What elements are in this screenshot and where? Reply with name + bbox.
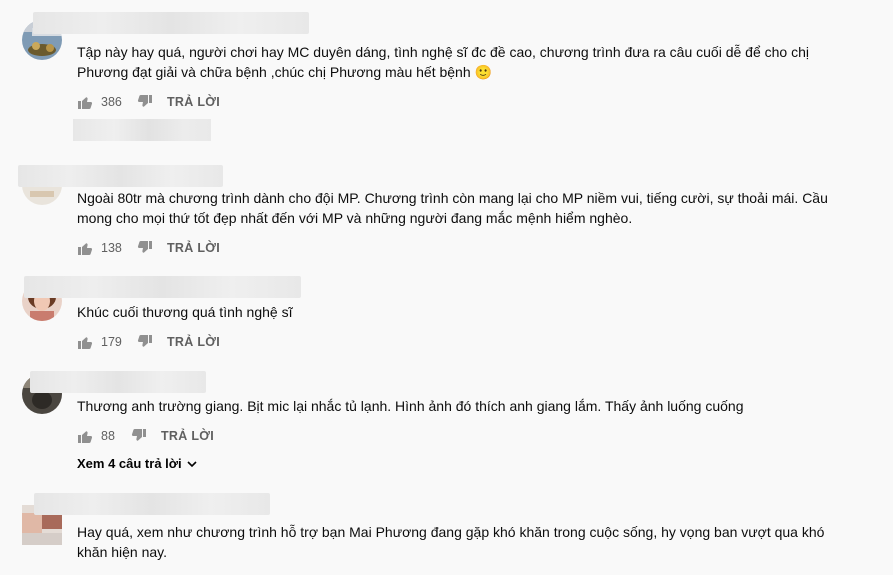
like-count: 138 bbox=[101, 241, 122, 255]
comment-text: Thương anh trường giang. Bịt mic lại nhắ… bbox=[77, 398, 744, 414]
thumbs-down-icon[interactable] bbox=[137, 334, 153, 350]
thumbs-down-icon[interactable] bbox=[137, 94, 153, 110]
author-name-redacted[interactable] bbox=[30, 371, 206, 393]
author-name-redacted[interactable] bbox=[33, 12, 309, 34]
like-count: 179 bbox=[101, 335, 122, 349]
reply-button[interactable]: TRẢ LỜI bbox=[161, 429, 214, 443]
thumbs-down-icon[interactable] bbox=[137, 240, 153, 256]
author-name-redacted[interactable] bbox=[18, 165, 223, 187]
thumbs-up-icon[interactable] bbox=[77, 240, 93, 256]
author-name-redacted[interactable] bbox=[34, 493, 270, 515]
thumbs-down-icon[interactable] bbox=[131, 428, 147, 444]
reply-button[interactable]: TRẢ LỜI bbox=[167, 335, 220, 349]
replies-link-redacted[interactable] bbox=[73, 119, 211, 141]
comment-text: Hay quá, xem như chương trình hỗ trợ bạn… bbox=[77, 524, 825, 560]
chevron-down-icon bbox=[187, 460, 197, 467]
like-count: 386 bbox=[101, 95, 122, 109]
thumbs-up-icon[interactable] bbox=[77, 428, 93, 444]
reply-button[interactable]: TRẢ LỜI bbox=[167, 241, 220, 255]
author-name-redacted[interactable] bbox=[24, 276, 301, 298]
comment-actions: 179 TRẢ LỜI bbox=[77, 332, 220, 352]
view-replies-label: Xem 4 câu trả lời bbox=[77, 456, 182, 471]
comment-actions: 386 TRẢ LỜI bbox=[77, 92, 220, 112]
view-replies-button[interactable]: Xem 4 câu trả lời bbox=[77, 456, 199, 471]
comment-text: Khúc cuối thương quá tình nghệ sĩ bbox=[77, 304, 293, 320]
like-count: 88 bbox=[101, 429, 115, 443]
thumbs-up-icon[interactable] bbox=[77, 334, 93, 350]
comment-text: Ngoài 80tr mà chương trình dành cho đội … bbox=[77, 190, 828, 226]
comment-actions: 138 TRẢ LỜI bbox=[77, 238, 220, 258]
thumbs-up-icon[interactable] bbox=[77, 94, 93, 110]
reply-button[interactable]: TRẢ LỜI bbox=[167, 95, 220, 109]
comment-actions: 88 TRẢ LỜI bbox=[77, 426, 214, 446]
comment-text: Tập này hay quá, người chơi hay MC duyên… bbox=[77, 44, 809, 80]
